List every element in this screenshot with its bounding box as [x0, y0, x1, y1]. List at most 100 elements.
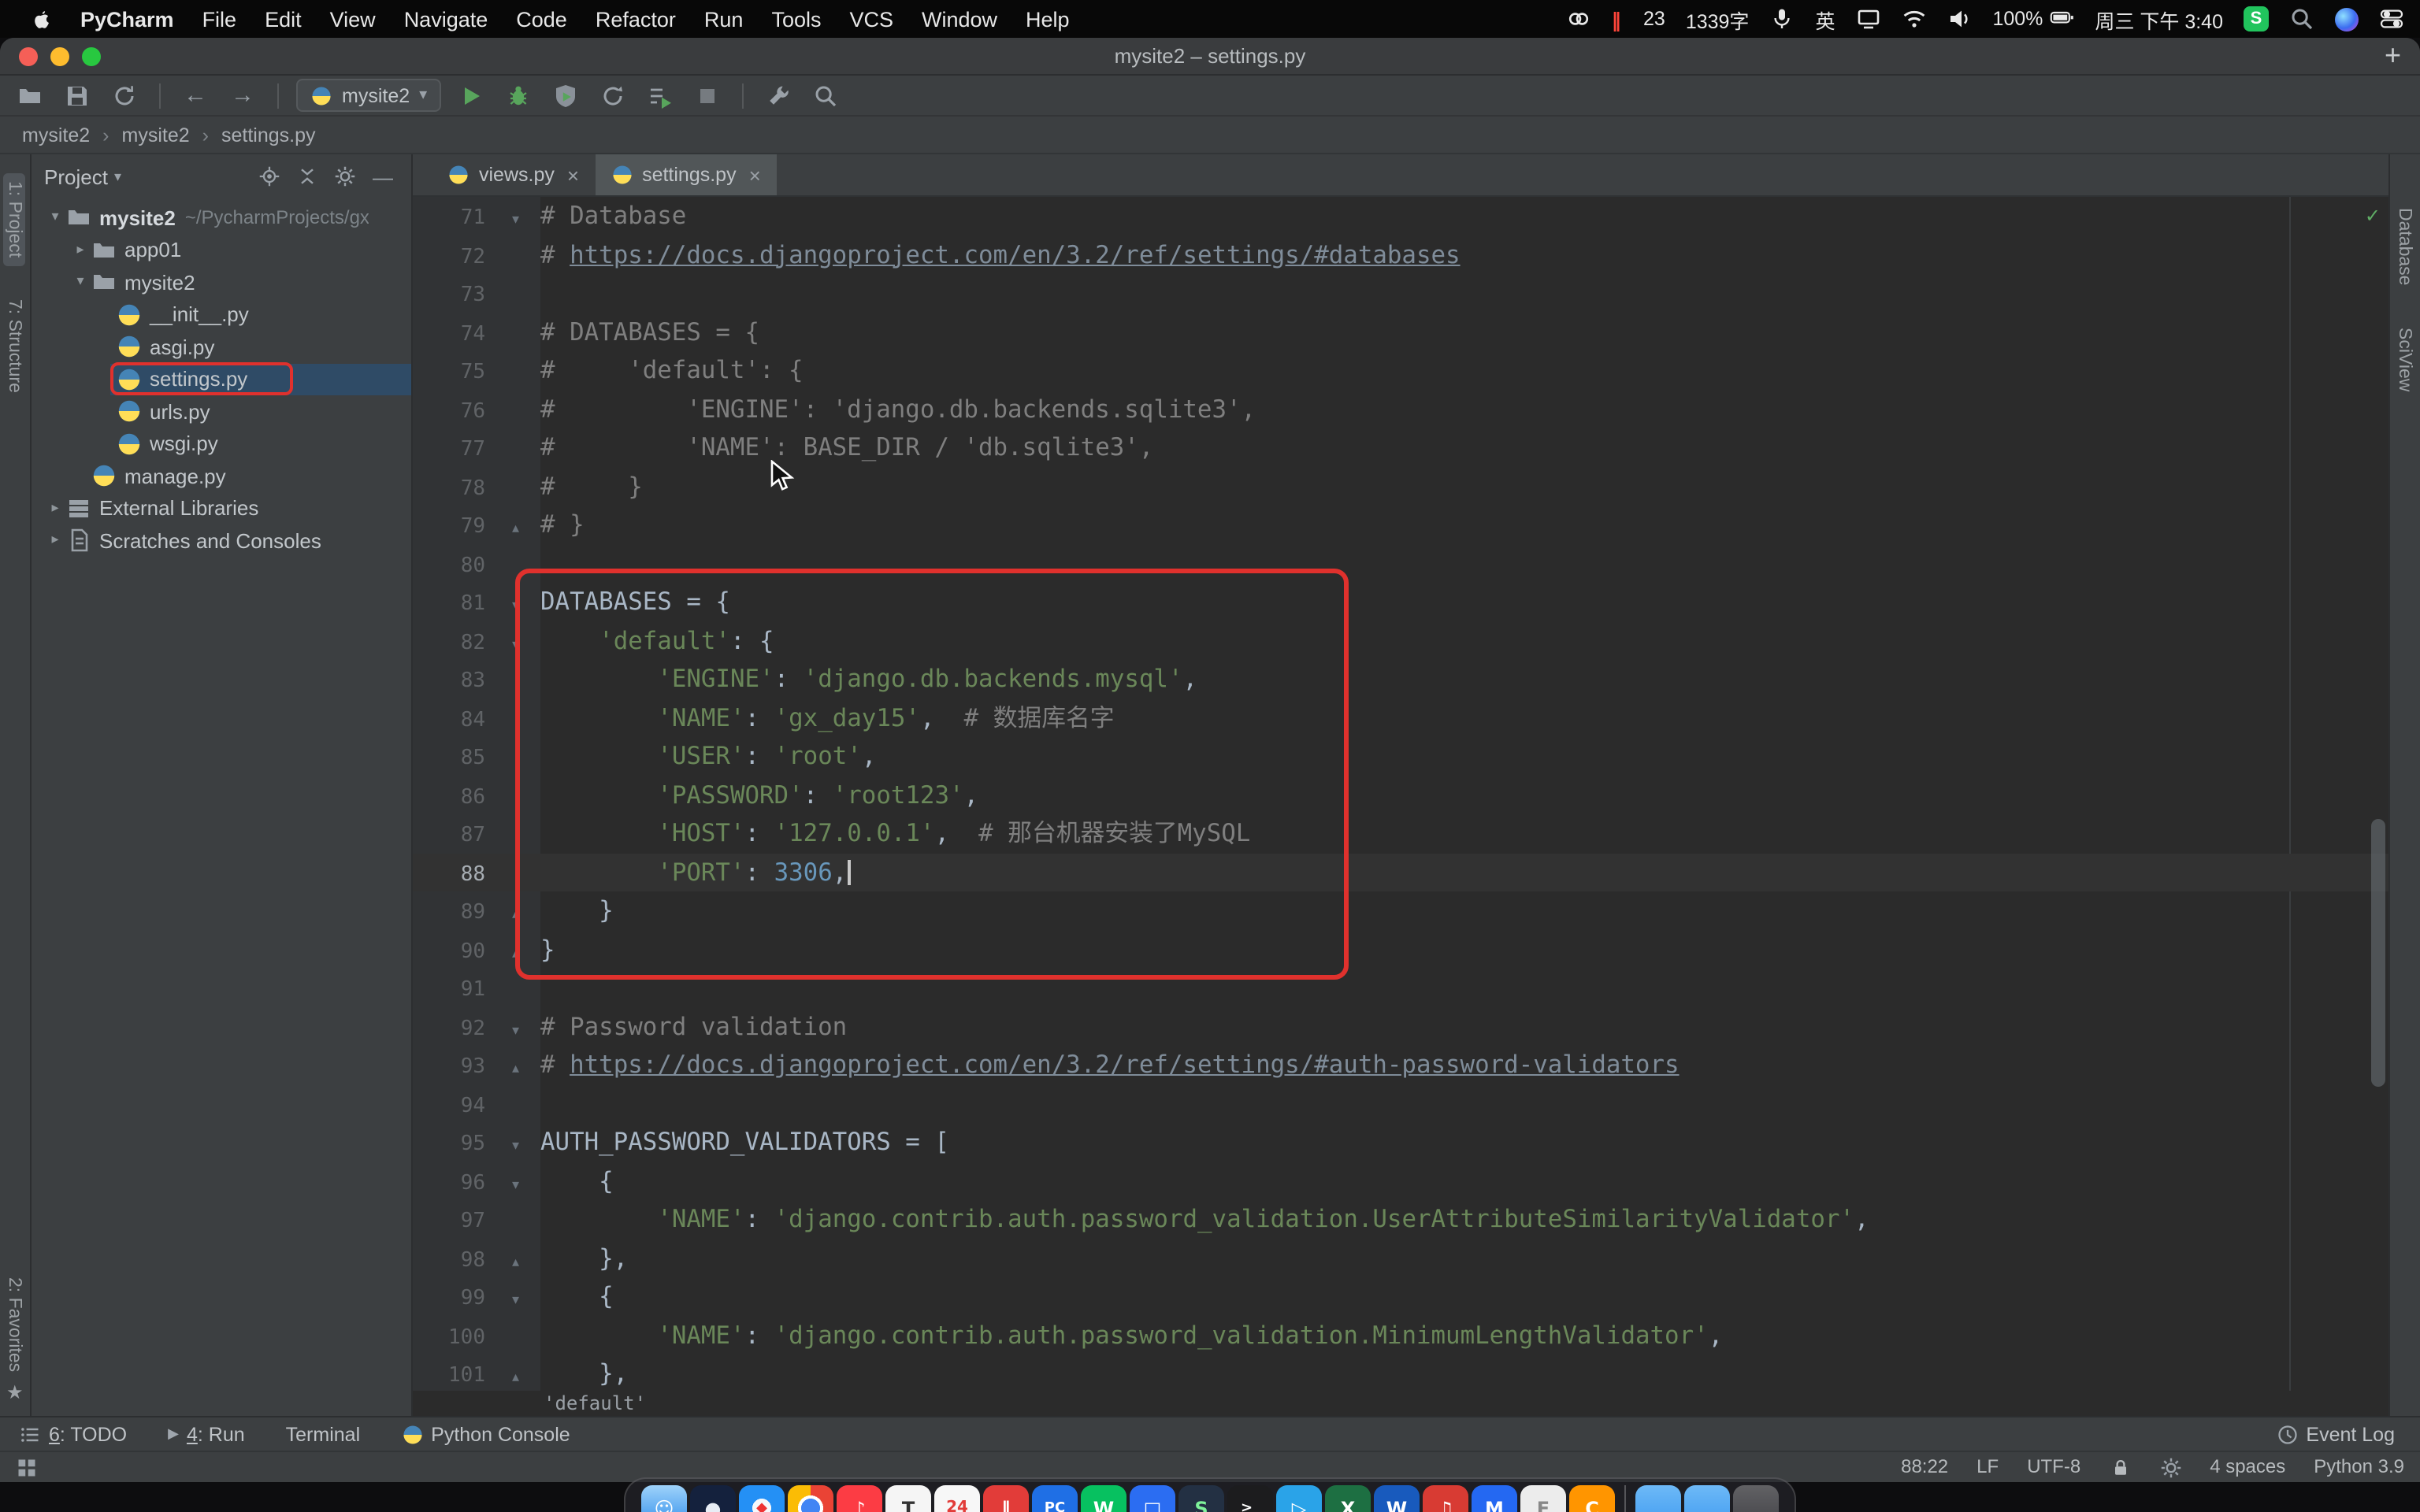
code-line[interactable]: 81▾DATABASES = {	[413, 583, 2388, 621]
menu-item-window[interactable]: Window	[908, 7, 1011, 31]
breadcrumb-item-mysite2[interactable]: mysite2	[22, 124, 90, 146]
fold-marker-icon[interactable]: ▾	[485, 1166, 540, 1205]
run-button[interactable]	[454, 78, 488, 113]
dock-app-telegram[interactable]: ▷	[1276, 1485, 1322, 1512]
line-number[interactable]: 80	[413, 547, 485, 586]
code-line[interactable]: 86 'PASSWORD': 'root123',	[413, 776, 2388, 814]
line-number[interactable]: 100	[413, 1319, 485, 1358]
tree-arrow-icon[interactable]: ▸	[44, 533, 66, 549]
code-line[interactable]: 100 'NAME': 'django.contrib.auth.passwor…	[413, 1316, 2388, 1354]
menu-item-tools[interactable]: Tools	[757, 7, 835, 31]
apple-menu-icon[interactable]	[16, 7, 66, 32]
zoom-window-button[interactable]	[82, 47, 101, 66]
menu-item-navigate[interactable]: Navigate	[390, 7, 503, 31]
tree-arrow-icon[interactable]: ▾	[69, 275, 91, 291]
code-line[interactable]: 78# }	[413, 467, 2388, 506]
line-number[interactable]: 79	[413, 509, 485, 547]
tool-stripe-sciview[interactable]: SciView	[2395, 328, 2414, 391]
line-number[interactable]: 85	[413, 740, 485, 779]
spotlight-icon[interactable]	[2289, 6, 2314, 32]
python-interpreter[interactable]: Python 3.9	[2314, 1456, 2404, 1478]
file-encoding[interactable]: UTF-8	[2027, 1456, 2080, 1478]
line-number[interactable]: 78	[413, 470, 485, 509]
screen-mirroring-icon[interactable]	[1855, 6, 1880, 32]
gear-icon[interactable]	[329, 161, 361, 192]
menubar-clock[interactable]: 周三 下午 3:40	[2095, 4, 2223, 34]
code-line[interactable]: 76# 'ENGINE': 'django.db.backends.sqlite…	[413, 390, 2388, 428]
dock-app-pc-manager[interactable]: PC	[1032, 1485, 1078, 1512]
code-line[interactable]: 94	[413, 1084, 2388, 1123]
dock-app-notes[interactable]: E	[1520, 1485, 1566, 1512]
tree-item-wsgi-py[interactable]: wsgi.py	[32, 428, 411, 460]
code-line[interactable]: 82▾ 'default': {	[413, 621, 2388, 660]
dock-app-calendar[interactable]: 24	[934, 1485, 980, 1512]
tree-item-urls-py[interactable]: urls.py	[32, 395, 411, 428]
sync-icon[interactable]	[107, 78, 142, 113]
tree-item--init-py[interactable]: __init__.py	[32, 298, 411, 331]
code-line[interactable]: 72# https://docs.djangoproject.com/en/3.…	[413, 235, 2388, 274]
fold-marker-icon[interactable]: ▴	[485, 935, 540, 973]
code-line[interactable]: 79▴# }	[413, 506, 2388, 544]
siri-icon[interactable]	[2335, 7, 2359, 31]
fold-marker-icon[interactable]: ▴	[485, 510, 540, 549]
code-line[interactable]: 99▾ {	[413, 1277, 2388, 1316]
tree-arrow-icon[interactable]: ▸	[44, 501, 66, 517]
fold-marker-icon[interactable]: ▴	[485, 896, 540, 935]
search-everywhere-icon[interactable]	[808, 78, 843, 113]
code-line[interactable]: 96▾ {	[413, 1162, 2388, 1200]
tool-window-switcher-icon[interactable]	[16, 1455, 38, 1479]
menu-item-edit[interactable]: Edit	[251, 7, 316, 31]
dock-app-typora[interactable]: T	[885, 1485, 931, 1512]
menu-item-vcs[interactable]: VCS	[835, 7, 908, 31]
line-number[interactable]: 74	[413, 316, 485, 354]
volume-icon[interactable]	[1947, 6, 1972, 32]
lock-icon[interactable]	[2109, 1455, 2131, 1479]
code-line[interactable]: 95▾AUTH_PASSWORD_VALIDATORS = [	[413, 1123, 2388, 1162]
code-line[interactable]: 80	[413, 544, 2388, 583]
fold-marker-icon[interactable]: ▾	[485, 587, 540, 626]
dock-app-wechat[interactable]: W	[1081, 1485, 1126, 1512]
line-number[interactable]: 81	[413, 586, 485, 624]
line-number[interactable]: 91	[413, 972, 485, 1010]
dock-app-terminal[interactable]: >_	[1227, 1485, 1273, 1512]
indent-style[interactable]: 4 spaces	[2210, 1456, 2285, 1478]
pause-icon[interactable]: ‖	[1612, 7, 1624, 31]
link-circles-icon[interactable]	[1566, 6, 1591, 32]
code-line[interactable]: 73	[413, 274, 2388, 313]
save-all-icon[interactable]	[60, 78, 95, 113]
fold-marker-icon[interactable]: ▾	[485, 1282, 540, 1321]
menu-item-refactor[interactable]: Refactor	[581, 7, 690, 31]
line-number[interactable]: 94	[413, 1088, 485, 1126]
tree-item-scratches-and-consoles[interactable]: ▸Scratches and Consoles	[32, 524, 411, 557]
tool-window-button-event-log[interactable]: Event Log	[2276, 1423, 2395, 1445]
tool-stripe-project[interactable]: 1: Project	[3, 173, 25, 265]
surge-icon[interactable]: S	[2244, 6, 2269, 32]
caret-position[interactable]: 88:22	[1901, 1456, 1948, 1478]
tree-item-app01[interactable]: ▸app01	[32, 234, 411, 266]
line-number[interactable]: 75	[413, 354, 485, 393]
settings-wrench-icon[interactable]	[761, 78, 796, 113]
wifi-icon[interactable]	[1901, 6, 1926, 32]
tool-window-button-6-todo[interactable]: 6: TODO	[19, 1423, 127, 1445]
line-number[interactable]: 73	[413, 277, 485, 316]
tool-window-button-python-console[interactable]: Python Console	[401, 1423, 570, 1445]
hide-panel-icon[interactable]: —	[367, 161, 399, 192]
dock-app-screen-share[interactable]: □	[1130, 1485, 1175, 1512]
code-line[interactable]: 89▴ }	[413, 891, 2388, 930]
fold-marker-icon[interactable]: ▾	[485, 1012, 540, 1051]
dock-app-red-app[interactable]: ♫	[1423, 1485, 1468, 1512]
tree-arrow-icon[interactable]: ▾	[44, 210, 66, 226]
tree-item-external-libraries[interactable]: ▸External Libraries	[32, 492, 411, 524]
line-number[interactable]: 101	[413, 1358, 485, 1391]
tree-arrow-icon[interactable]: ▸	[69, 243, 91, 258]
open-icon[interactable]	[13, 78, 47, 113]
dock-app-trash[interactable]	[1733, 1485, 1779, 1512]
dock-app-orange-app[interactable]: C	[1569, 1485, 1615, 1512]
forward-icon[interactable]: →	[225, 78, 260, 113]
tree-item-manage-py[interactable]: manage.py	[32, 460, 411, 492]
minimize-window-button[interactable]	[50, 47, 69, 66]
code-line[interactable]: 75# 'default': {	[413, 351, 2388, 390]
code-line[interactable]: 98▴ },	[413, 1239, 2388, 1277]
stop-button[interactable]	[690, 78, 725, 113]
input-counter[interactable]: 1339字	[1686, 4, 1750, 34]
